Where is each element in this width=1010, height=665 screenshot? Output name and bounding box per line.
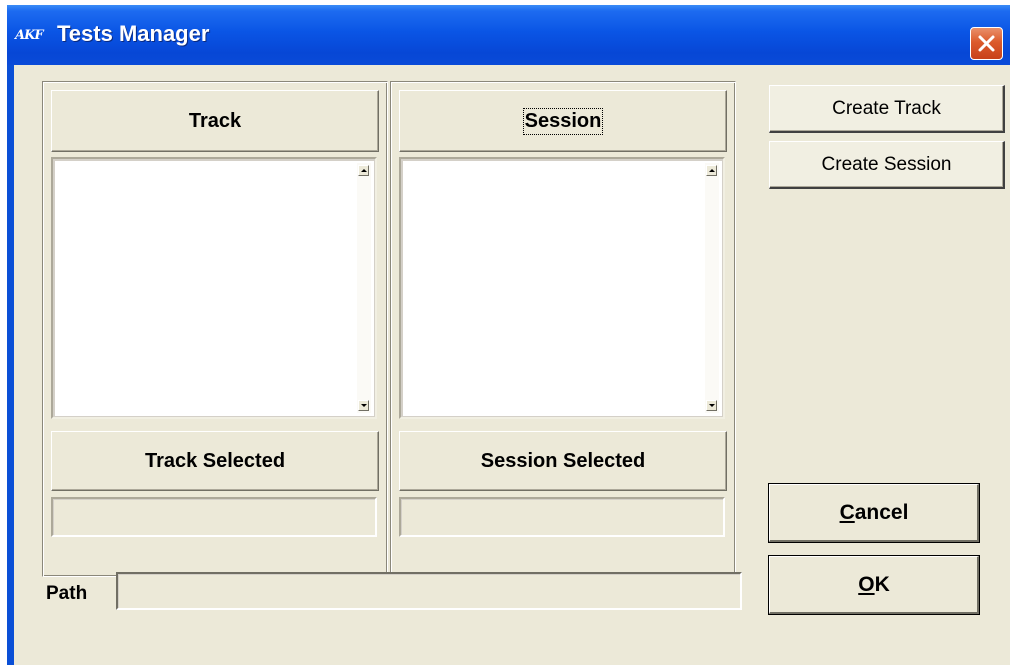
scroll-up-arrow-icon[interactable] [358, 165, 369, 176]
track-header[interactable]: Track [51, 90, 379, 152]
track-header-label: Track [188, 109, 242, 132]
session-header[interactable]: Session [399, 90, 727, 152]
cancel-label-rest: ancel [854, 501, 909, 524]
window-title: Tests Manager [57, 21, 210, 46]
track-selected-label: Track Selected [144, 449, 286, 472]
session-list-scrollbar[interactable] [705, 163, 719, 413]
create-track-button[interactable]: Create Track [769, 85, 1005, 133]
session-group: Session Session Selected [390, 81, 736, 577]
session-header-label: Session [522, 107, 604, 135]
session-listbox[interactable] [399, 157, 725, 419]
track-selected-field [51, 497, 377, 537]
create-session-button[interactable]: Create Session [769, 141, 1005, 189]
scroll-down-arrow-icon[interactable] [358, 400, 369, 411]
close-button[interactable] [970, 27, 1003, 60]
cancel-button[interactable]: Cancel [768, 483, 980, 543]
tests-manager-window: AKF Tests Manager Track Track Selected S… [7, 5, 1010, 665]
session-selected-label: Session Selected [480, 449, 646, 472]
close-icon [978, 35, 995, 52]
track-list-scrollbar[interactable] [357, 163, 371, 413]
track-selected-header: Track Selected [51, 431, 379, 491]
session-selected-field [399, 497, 725, 537]
path-field [116, 572, 742, 610]
ok-button[interactable]: OK [768, 555, 980, 615]
scroll-down-arrow-icon[interactable] [706, 400, 717, 411]
ok-button-label: OK [858, 573, 890, 597]
track-listbox[interactable] [51, 157, 377, 419]
ok-mnemonic: O [858, 573, 875, 596]
session-selected-header: Session Selected [399, 431, 727, 491]
ok-label-rest: K [874, 573, 890, 596]
scroll-up-arrow-icon[interactable] [706, 165, 717, 176]
path-label: Path [46, 583, 88, 604]
dialog-client-area: Track Track Selected Session Session Sel… [14, 65, 1010, 665]
cancel-button-label: Cancel [840, 501, 909, 525]
title-bar[interactable]: AKF Tests Manager [7, 5, 1010, 65]
cancel-mnemonic: C [839, 501, 855, 524]
track-group: Track Track Selected [42, 81, 388, 577]
akf-logo-icon: AKF [15, 28, 44, 43]
